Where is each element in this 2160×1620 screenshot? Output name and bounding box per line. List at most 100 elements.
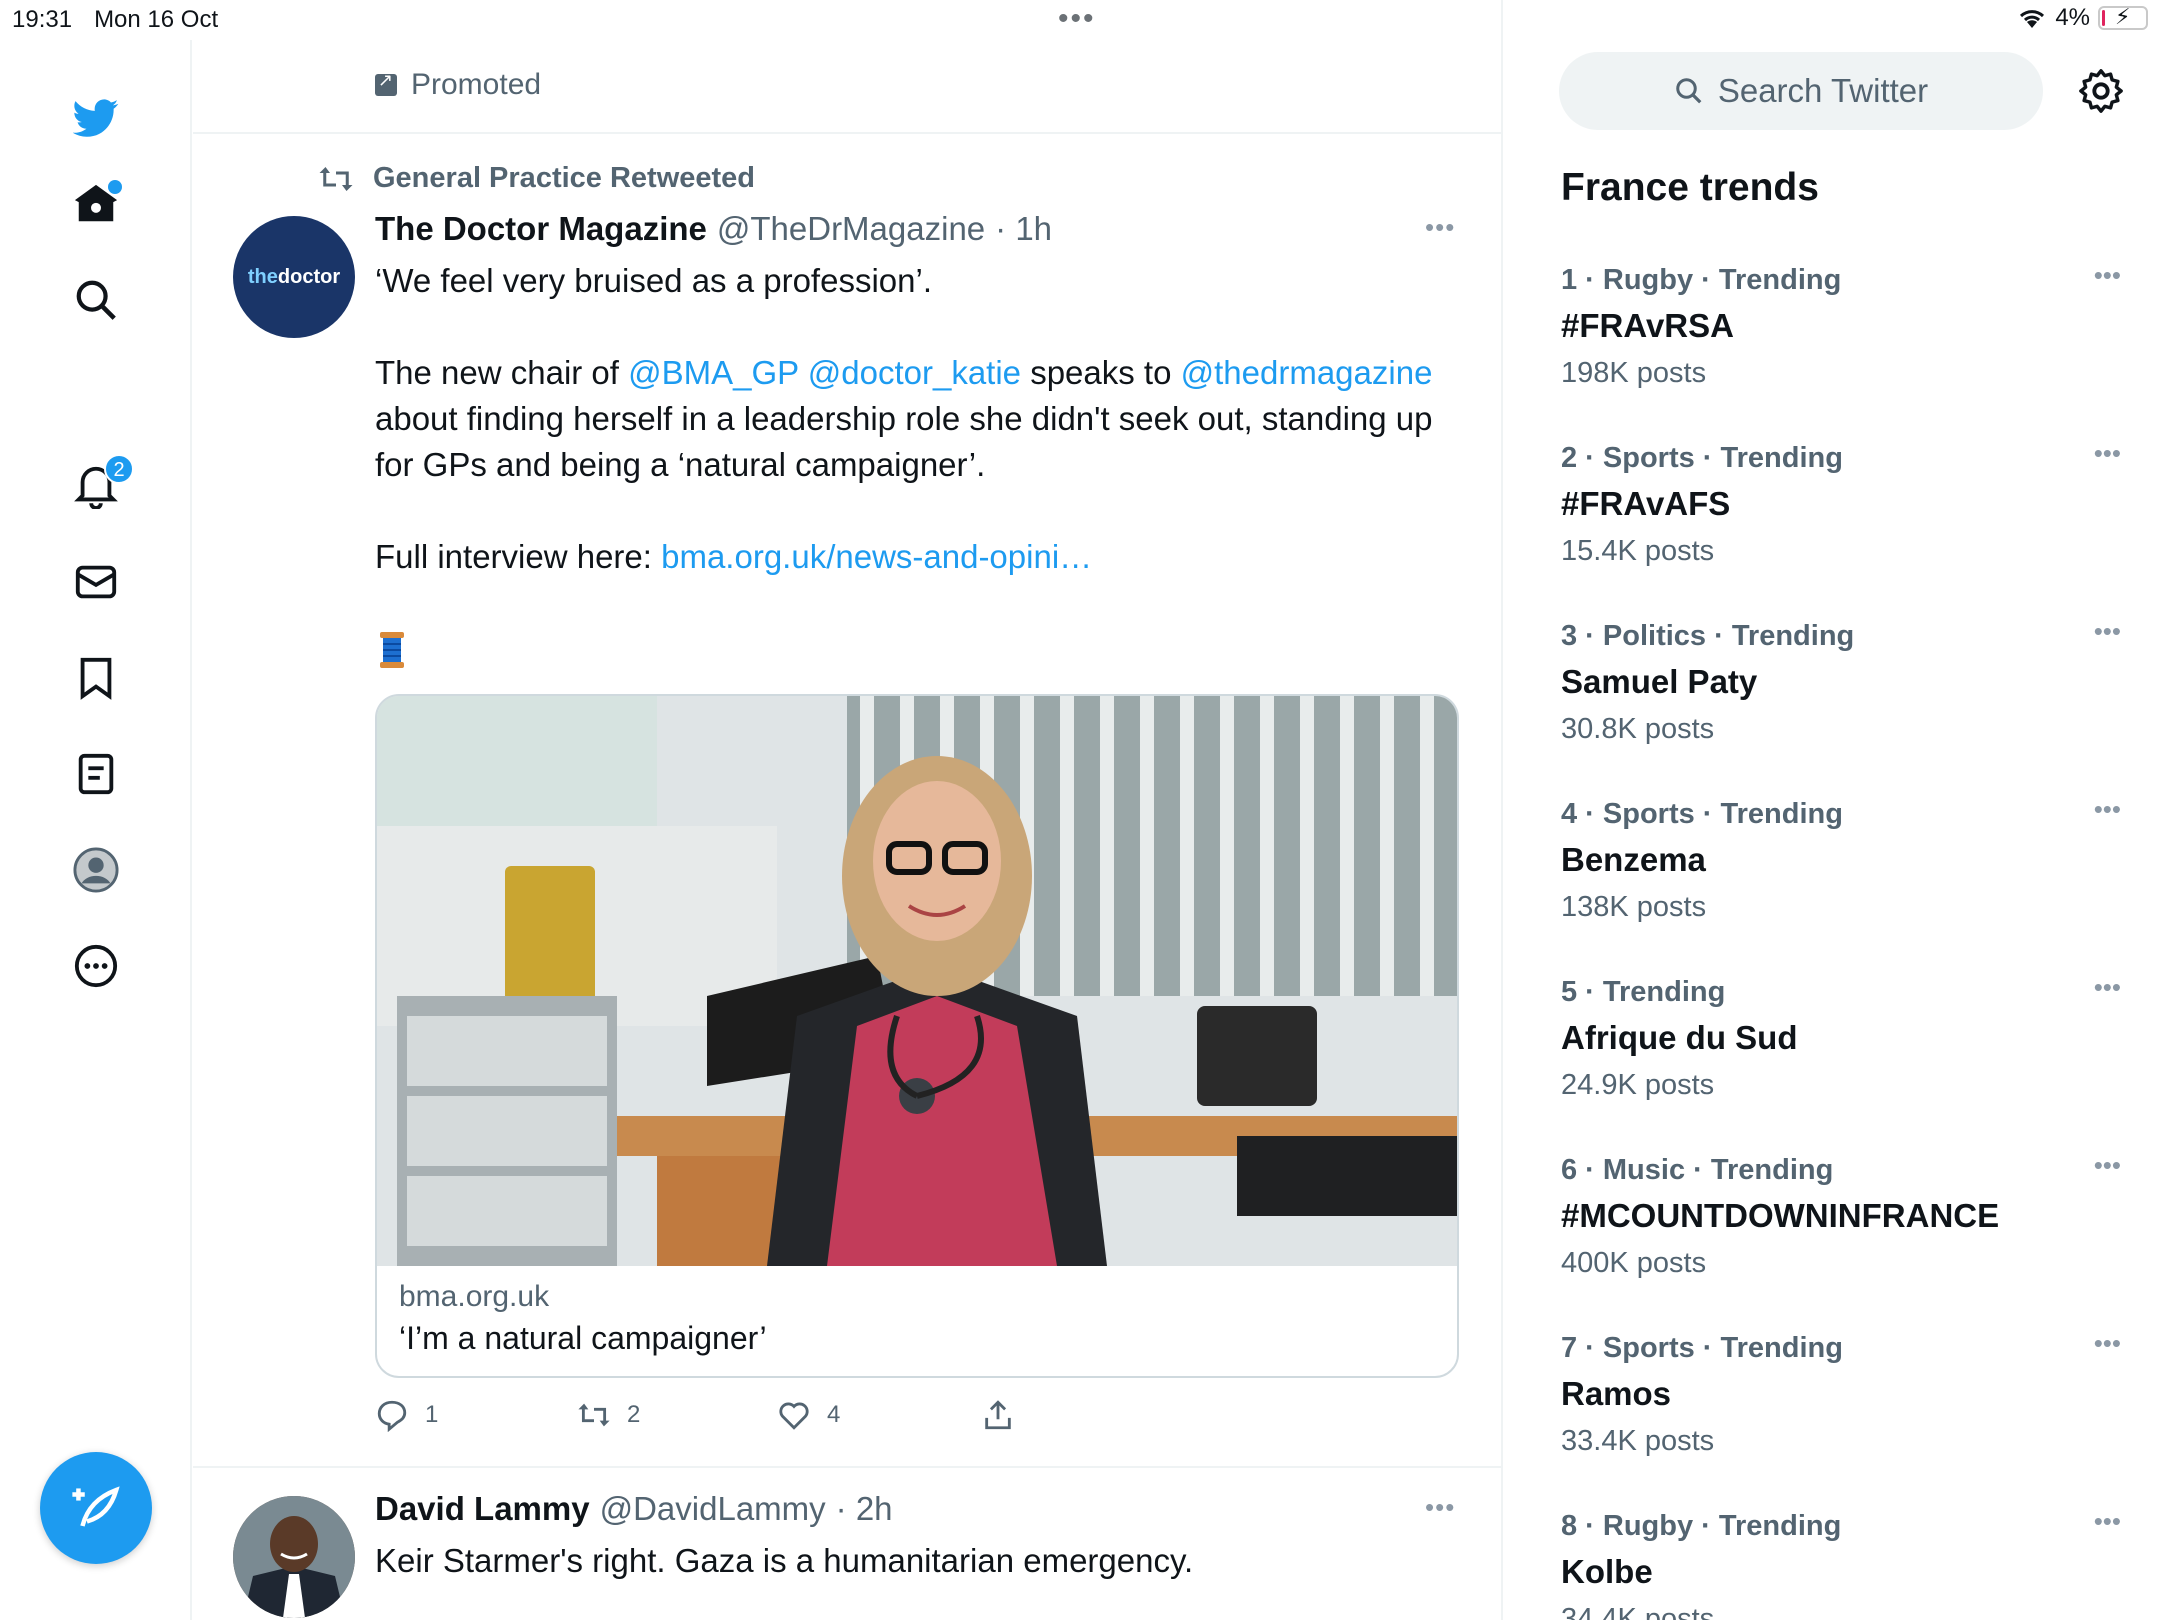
reply-button[interactable]: 1 — [375, 1398, 438, 1432]
author-handle[interactable]: @TheDrMagazine — [717, 210, 985, 248]
tweet-line-1: ‘We feel very bruised as a profession’. — [375, 262, 932, 299]
tweet-paragraph-3: Full interview here: bma.org.uk/news-and… — [375, 538, 1093, 575]
tweet-header: The Doctor Magazine @TheDrMagazine · 1h — [375, 210, 1052, 248]
trend-more-icon[interactable]: ••• — [2094, 794, 2121, 825]
tweet-time[interactable]: · 1h — [995, 210, 1052, 248]
bell-icon[interactable]: 2 — [68, 454, 134, 514]
trend-item[interactable]: 5 · Trending Afrique du Sud 24.9K posts … — [1561, 972, 2121, 1102]
trend-name: Ramos — [1561, 1375, 1672, 1412]
trend-count: 400K posts — [1561, 1247, 1707, 1279]
trend-name: #MCOUNTDOWNINFRANCE — [1561, 1197, 2000, 1234]
profile-icon[interactable] — [68, 842, 124, 898]
trend-meta: 3 · Politics · Trending — [1561, 620, 1855, 652]
author-name[interactable]: David Lammy — [375, 1490, 590, 1528]
retweet-icon — [319, 166, 353, 191]
mention-thedrmagazine[interactable]: @thedrmagazine — [1181, 354, 1433, 391]
trend-meta: 2 · Sports · Trending — [1561, 442, 1843, 474]
compose-feather-icon — [72, 1486, 120, 1527]
trend-meta: 1 · Rugby · Trending — [1561, 264, 1842, 296]
trend-item[interactable]: 6 · Music · Trending #MCOUNTDOWNINFRANCE… — [1561, 1150, 2121, 1280]
status-time: 19:31 — [12, 6, 73, 33]
divider — [193, 1466, 1501, 1468]
trend-more-icon[interactable]: ••• — [2094, 972, 2121, 1003]
home-unread-dot — [108, 180, 122, 194]
bookmark-icon[interactable] — [68, 650, 124, 706]
mention-doctor-katie[interactable]: @doctor_katie — [808, 354, 1021, 391]
trend-name: Samuel Paty — [1561, 663, 1758, 700]
tweet-more-icon[interactable]: ••• — [1425, 212, 1455, 243]
reply-count: 1 — [425, 1401, 439, 1428]
card-title: ‘I’m a natural campaigner’ — [399, 1320, 767, 1356]
divider — [193, 132, 1501, 134]
card-meta: bma.org.uk ‘I’m a natural campaigner’ — [399, 1280, 767, 1357]
share-button[interactable] — [981, 1398, 1015, 1432]
trend-meta: 7 · Sports · Trending — [1561, 1332, 1843, 1364]
gear-icon[interactable] — [2078, 68, 2124, 114]
tweet-text: ‘We feel very bruised as a profession’. … — [375, 258, 1455, 580]
avatar[interactable]: thedoctor — [233, 216, 355, 338]
interview-link[interactable]: bma.org.uk/news-and-opini… — [661, 538, 1092, 575]
search-icon — [1676, 78, 1702, 104]
mention-bma-gp[interactable]: @BMA_GP — [628, 354, 798, 391]
trend-meta: 5 · Trending — [1561, 976, 1726, 1008]
avatar[interactable] — [233, 1496, 355, 1618]
retweet-context: General Practice Retweeted — [317, 162, 755, 195]
trend-count: 24.9K posts — [1561, 1069, 1715, 1101]
trend-count: 33.4K posts — [1561, 1425, 1715, 1457]
trend-item[interactable]: 7 · Sports · Trending Ramos 33.4K posts … — [1561, 1328, 2121, 1458]
trend-more-icon[interactable]: ••• — [2094, 260, 2121, 291]
trend-name: Benzema — [1561, 841, 1706, 878]
author-name[interactable]: The Doctor Magazine — [375, 210, 707, 248]
trend-item[interactable]: 2 · Sports · Trending #FRAvAFS 15.4K pos… — [1561, 438, 2121, 568]
tweet-time[interactable]: · 2h — [836, 1490, 893, 1528]
tweet-more-icon[interactable]: ••• — [1425, 1492, 1455, 1523]
trend-more-icon[interactable]: ••• — [2094, 438, 2121, 469]
lists-icon[interactable] — [68, 746, 124, 802]
mail-icon[interactable] — [68, 554, 124, 610]
trend-item[interactable]: 1 · Rugby · Trending #FRAvRSA 198K posts… — [1561, 260, 2121, 390]
trend-count: 15.4K posts — [1561, 535, 1715, 567]
trend-more-icon[interactable]: ••• — [2094, 1328, 2121, 1359]
trend-item[interactable]: 3 · Politics · Trending Samuel Paty 30.8… — [1561, 616, 2121, 746]
link-card[interactable]: bma.org.uk ‘I’m a natural campaigner’ — [375, 694, 1459, 1378]
right-sidebar: Search Twitter France trends 1 · Rugby ·… — [1505, 0, 2160, 1620]
more-icon[interactable] — [68, 938, 124, 994]
left-navigation: 2 — [0, 40, 192, 1620]
like-count: 4 — [827, 1401, 841, 1428]
trend-name: Kolbe — [1561, 1553, 1653, 1590]
tweet-text: Keir Starmer's right. Gaza is a humanita… — [375, 1542, 1194, 1579]
trends-heading: France trends — [1561, 166, 1819, 209]
trend-more-icon[interactable]: ••• — [2094, 616, 2121, 647]
search-icon[interactable] — [68, 272, 124, 328]
compose-tweet-button[interactable] — [40, 1452, 152, 1564]
spool-emoji-icon — [380, 632, 404, 668]
home-icon[interactable] — [68, 176, 124, 232]
trend-more-icon[interactable]: ••• — [2094, 1506, 2121, 1537]
trend-count: 198K posts — [1561, 357, 1707, 389]
tweet-paragraph-2: The new chair of @BMA_GP @doctor_katie s… — [375, 354, 1433, 483]
promoted-label: Promoted — [375, 68, 541, 102]
trend-name: Afrique du Sud — [1561, 1019, 1798, 1056]
trend-more-icon[interactable]: ••• — [2094, 1150, 2121, 1181]
twitter-bird-icon[interactable] — [68, 90, 124, 146]
search-input[interactable]: Search Twitter — [1559, 52, 2043, 130]
trend-count: 34.4K posts — [1561, 1603, 1715, 1620]
trend-item[interactable]: 8 · Rugby · Trending Kolbe 34.4K posts •… — [1561, 1506, 2121, 1620]
card-domain: bma.org.uk — [399, 1280, 550, 1313]
heart-icon — [779, 1402, 809, 1430]
author-handle[interactable]: @DavidLammy — [600, 1490, 826, 1528]
timeline: Promoted General Practice Retweeted thed… — [193, 0, 1503, 1620]
trend-count: 138K posts — [1561, 891, 1707, 923]
like-button[interactable]: 4 — [777, 1398, 840, 1432]
trend-meta: 4 · Sports · Trending — [1561, 798, 1843, 830]
trend-count: 30.8K posts — [1561, 713, 1715, 745]
tweet-header: David Lammy @DavidLammy · 2h — [375, 1490, 893, 1528]
retweet-count: 2 — [627, 1401, 641, 1428]
search-placeholder: Search Twitter — [1717, 72, 1929, 109]
tweet-actions: 1 2 4 — [375, 1398, 1075, 1438]
reply-icon — [377, 1400, 407, 1432]
trend-item[interactable]: 4 · Sports · Trending Benzema 138K posts… — [1561, 794, 2121, 924]
trend-meta: 8 · Rugby · Trending — [1561, 1510, 1842, 1542]
notifications-badge: 2 — [104, 454, 134, 484]
retweet-button[interactable]: 2 — [577, 1398, 640, 1432]
